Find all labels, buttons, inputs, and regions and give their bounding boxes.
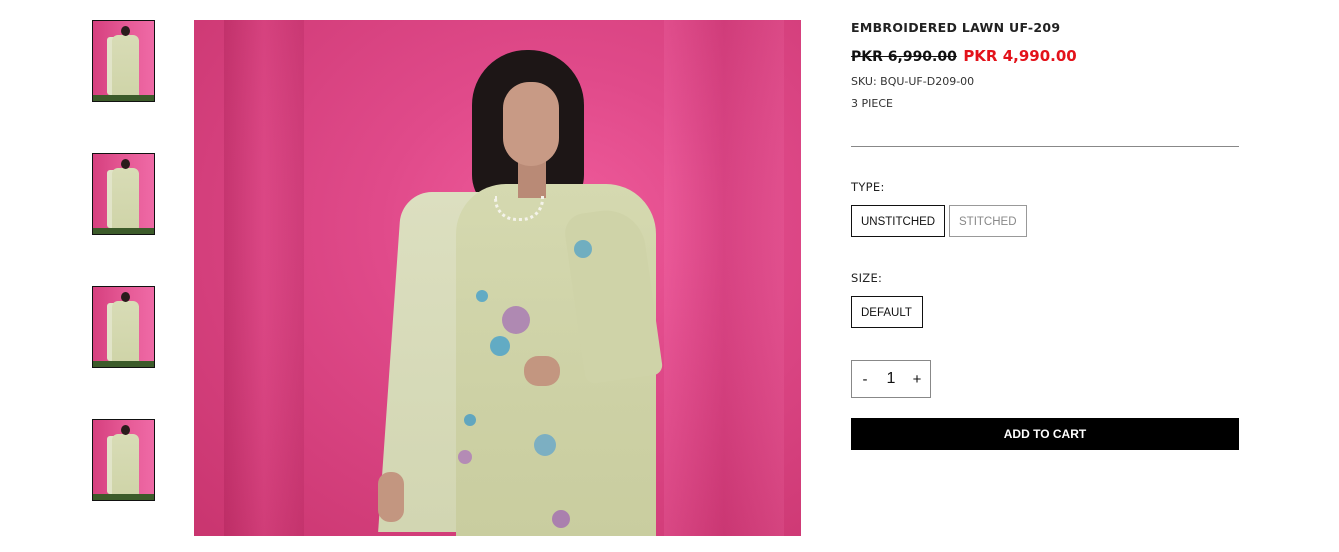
- size-option-default[interactable]: DEFAULT: [851, 296, 923, 328]
- original-price: PKR 6,990.00: [851, 49, 957, 65]
- product-thumbnail-1[interactable]: [92, 20, 155, 102]
- quantity-decrease-button[interactable]: -: [852, 371, 878, 388]
- product-thumbnail-3[interactable]: [92, 286, 155, 368]
- price-block: PKR 6,990.00 PKR 4,990.00: [851, 48, 1239, 65]
- divider: [851, 146, 1239, 147]
- product-title: EMBROIDERED LAWN UF-209: [851, 20, 1061, 35]
- product-thumbnail-2[interactable]: [92, 153, 155, 235]
- product-pieces: 3 PIECE: [851, 97, 893, 110]
- product-sku: SKU: BQU-UF-D209-00: [851, 75, 975, 88]
- product-thumbnail-4[interactable]: [92, 419, 155, 501]
- type-option-unstitched[interactable]: UNSTITCHED: [851, 205, 945, 237]
- quantity-input[interactable]: 1: [878, 370, 904, 388]
- type-label: TYPE:: [851, 180, 885, 194]
- size-label: SIZE:: [851, 271, 883, 285]
- main-product-image[interactable]: [194, 20, 801, 536]
- thumbnail-list: [92, 20, 155, 552]
- quantity-increase-button[interactable]: +: [904, 371, 930, 388]
- add-to-cart-button[interactable]: ADD TO CART: [851, 418, 1239, 450]
- type-option-stitched[interactable]: STITCHED: [949, 205, 1027, 237]
- sale-price: PKR 4,990.00: [963, 47, 1077, 65]
- product-info: EMBROIDERED LAWN UF-209 PKR 6,990.00 PKR…: [851, 20, 1239, 450]
- quantity-stepper: - 1 +: [851, 360, 931, 398]
